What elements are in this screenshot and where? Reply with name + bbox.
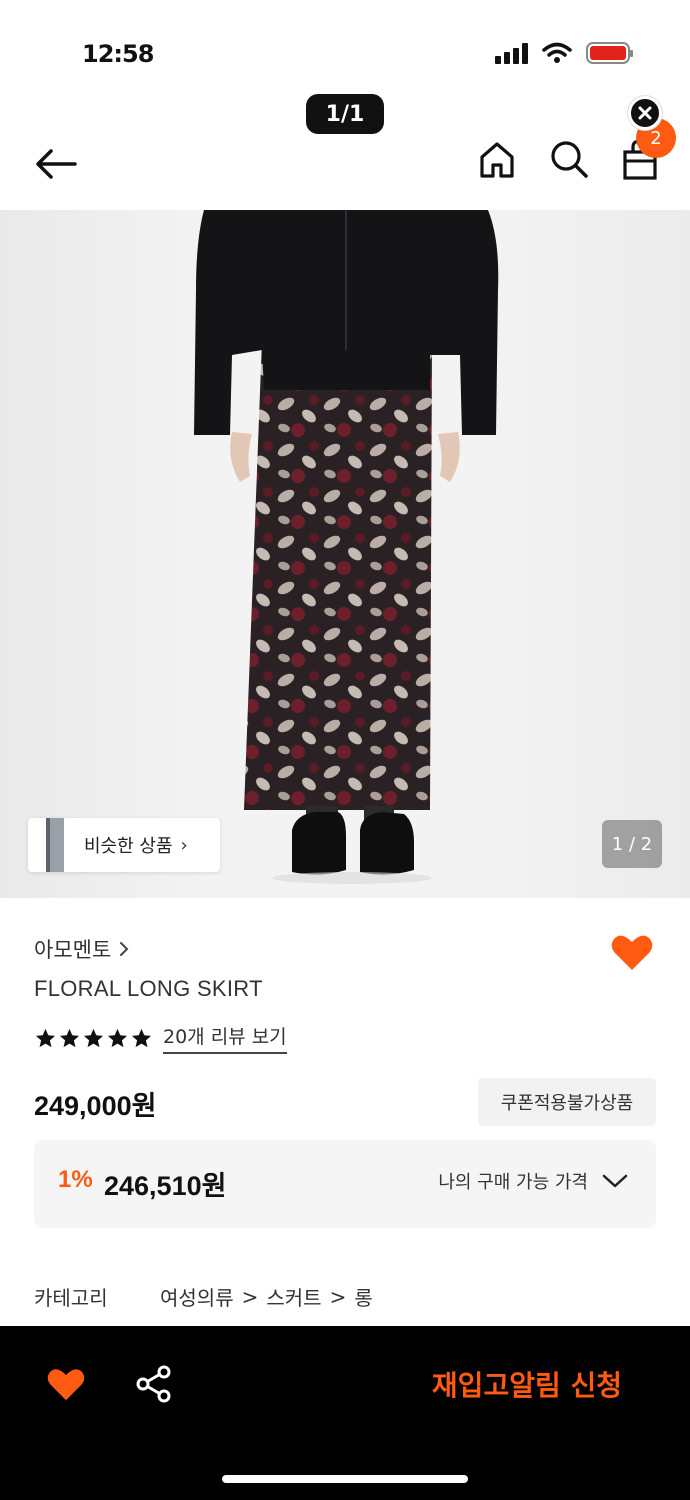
wifi-icon — [542, 42, 572, 63]
review-link[interactable]: 20개 리뷰 보기 — [163, 1022, 287, 1054]
wishlist-button[interactable] — [610, 932, 654, 972]
bottom-action-bar: 재입고알림 신청 — [0, 1326, 690, 1500]
product-name: FLORAL LONG SKIRT — [34, 976, 263, 1001]
coupon-unavailable-badge: 쿠폰적용불가상품 — [478, 1078, 656, 1126]
image-counter: 1 / 2 — [602, 820, 662, 868]
my-price-panel[interactable]: 1% 246,510원 나의 구매 가능 가격 — [34, 1140, 656, 1228]
similar-product-thumbnail — [46, 818, 64, 872]
my-price-toggle[interactable]: 나의 구매 가능 가격 — [438, 1168, 628, 1194]
star-icon — [59, 1028, 80, 1047]
close-button[interactable] — [628, 96, 662, 130]
star-icon — [83, 1028, 104, 1047]
chevron-right-icon — [120, 942, 129, 956]
chevron-right-icon: > — [241, 1284, 259, 1309]
my-price-label: 나의 구매 가능 가격 — [438, 1172, 588, 1193]
star-icon — [107, 1028, 128, 1047]
share-button[interactable] — [134, 1364, 174, 1404]
search-icon — [551, 141, 588, 178]
similar-products-button[interactable]: 비슷한 상품 › — [28, 818, 220, 872]
rating-row: 20개 리뷰 보기 — [34, 1022, 287, 1054]
back-arrow-icon — [36, 149, 77, 179]
category-link-level1[interactable]: 여성의류 — [160, 1282, 234, 1311]
chevron-right-icon: > — [329, 1284, 347, 1309]
home-button[interactable] — [474, 136, 520, 182]
category-row: 카테고리 여성의류 > 스커트 > 롱 — [34, 1282, 654, 1311]
chevron-down-icon — [602, 1174, 628, 1188]
status-bar: 12:58 — [0, 0, 690, 96]
brand-link[interactable]: 아모멘토 — [34, 934, 129, 964]
category-label: 카테고리 — [34, 1286, 108, 1310]
heart-icon — [47, 1369, 85, 1401]
product-photo — [194, 210, 499, 884]
discount-price: 246,510원 — [104, 1171, 227, 1201]
home-icon — [480, 142, 514, 178]
rating-stars — [34, 1027, 153, 1050]
star-icon — [35, 1028, 56, 1047]
category-link-level2[interactable]: 스커트 — [266, 1282, 321, 1311]
product-price: 249,000원 — [34, 1091, 157, 1121]
close-icon — [638, 106, 652, 120]
heart-icon — [611, 935, 653, 970]
star-icon — [131, 1028, 152, 1047]
discount-rate: 1% — [58, 1166, 93, 1193]
restock-alert-button[interactable]: 재입고알림 신청 — [432, 1364, 622, 1404]
back-button[interactable] — [32, 140, 80, 188]
share-icon — [136, 1365, 171, 1403]
search-button[interactable] — [546, 136, 592, 182]
similar-products-label: 비슷한 상품 — [84, 836, 173, 857]
category-breadcrumb: 여성의류 > 스커트 > 롱 — [160, 1282, 373, 1311]
brand-name: 아모멘토 — [34, 938, 112, 962]
status-time: 12:58 — [82, 40, 154, 68]
page-counter: 1/1 — [306, 94, 384, 134]
cellular-signal-icon — [495, 42, 528, 64]
home-indicator — [222, 1475, 468, 1483]
category-link-level3[interactable]: 롱 — [354, 1282, 372, 1311]
bottom-wishlist-button[interactable] — [46, 1366, 86, 1402]
battery-icon — [586, 42, 633, 64]
product-image[interactable]: 비슷한 상품 › 1 / 2 — [0, 210, 690, 898]
status-icons — [495, 42, 633, 64]
navigation-bar — [0, 130, 690, 210]
chevron-right-icon: › — [180, 834, 188, 856]
